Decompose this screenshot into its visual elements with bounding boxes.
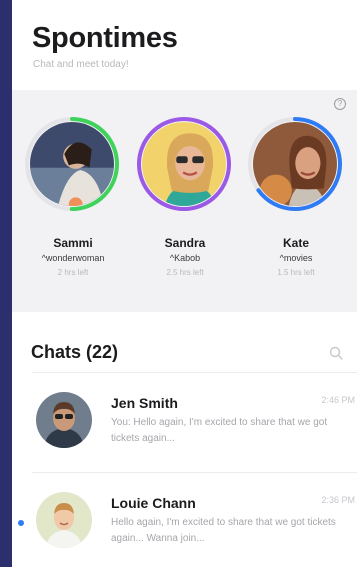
story-ring [136,116,232,212]
story-name: Sammi [53,236,93,250]
chat-message-preview: You: Hello again, I'm excited to share t… [111,417,328,444]
chat-row-louie-chann[interactable]: Louie Chann 2:36 PM Hello again, I'm exc… [12,472,357,567]
story-name: Sandra [164,236,206,250]
story-ring [24,116,120,212]
story-tag: ^Kabob [169,253,201,263]
story-sammi[interactable]: Sammi ^wonderwoman 2 hrs left [18,116,128,306]
avatar [253,122,337,206]
divider [32,472,357,473]
story-ring [247,116,343,212]
avatar [36,492,92,548]
chats-title: Chats (22) [31,342,119,362]
app-screen: Spontimes Chat and meet today! ? Sammi ^… [12,0,357,567]
divider [32,372,357,373]
avatar [142,122,226,206]
chats-header: Chats (22) [12,312,357,372]
search-icon[interactable] [329,346,343,360]
chat-name: Jen Smith [111,395,178,411]
app-header: Spontimes Chat and meet today! [12,0,357,90]
avatar [30,122,114,206]
chat-time: 2:46 PM [321,395,355,405]
chat-name: Louie Chann [111,495,196,511]
story-time-left: 1.5 hrs left [277,268,315,277]
unread-indicator [18,520,24,526]
story-tag: ^wonderwoman [41,253,105,263]
story-name: Kate [282,236,309,250]
help-icon[interactable]: ? [334,98,346,110]
story-time-left: 2.5 hrs left [166,268,204,277]
chat-message-preview: Hello again, I'm excited to share that w… [111,517,336,544]
story-sandra[interactable]: Sandra ^Kabob 2.5 hrs left [130,116,240,306]
app-subtitle: Chat and meet today! [33,59,129,70]
story-time-left: 2 hrs left [57,268,89,277]
app-title: Spontimes [32,22,178,54]
story-tag: ^movies [279,253,313,263]
stories-section: ? Sammi ^wonderwoman 2 hrs left Sandra ^… [12,90,357,312]
chat-row-jen-smith[interactable]: Jen Smith 2:46 PM You: Hello again, I'm … [12,372,357,472]
chat-time: 2:36 PM [321,495,355,505]
avatar [36,392,92,448]
story-kate[interactable]: Kate ^movies 1.5 hrs left [241,116,351,306]
